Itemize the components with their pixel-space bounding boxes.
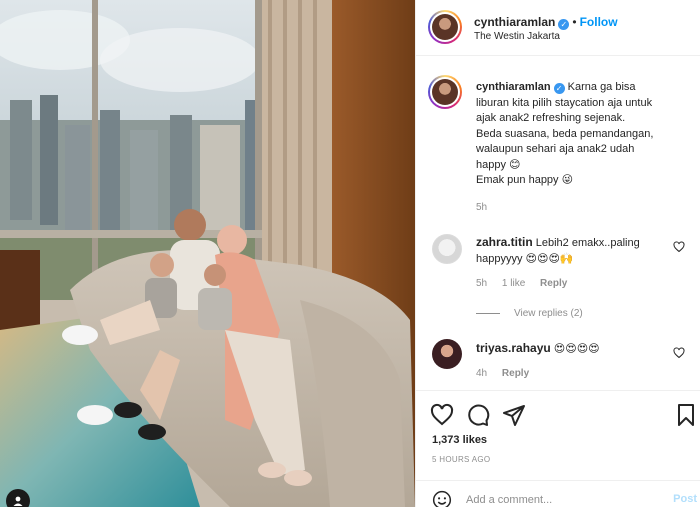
comment-meta: 5h 1 like Reply	[476, 278, 579, 289]
caption-line: Karna ga bisa	[567, 81, 636, 93]
caption-line: Beda suasana, beda pemandangan,	[476, 127, 654, 140]
post-comment-button[interactable]: Post	[673, 493, 697, 505]
header-username[interactable]: cynthiaramlan	[474, 15, 555, 29]
comment-body: 😍😍😍😍	[553, 343, 600, 355]
comment-avatar[interactable]	[432, 339, 462, 369]
post-header: cynthiaramlan ✓ • Follow The Westin Jakarta	[416, 0, 700, 56]
view-replies-label: View replies (2)	[514, 308, 583, 319]
post-photo[interactable]	[0, 0, 415, 507]
caption-username[interactable]: cynthiaramlan	[476, 81, 551, 93]
comments-list[interactable]: cynthiaramlan ✓ Karna ga bisa liburan kit…	[416, 57, 700, 390]
caption-line: happy 😊	[476, 158, 521, 171]
user-tag-icon[interactable]	[6, 489, 30, 507]
post-sidebar: cynthiaramlan ✓ • Follow The Westin Jakarta…	[415, 0, 700, 507]
avatar[interactable]	[428, 10, 462, 44]
comment-meta: 4h Reply	[476, 368, 541, 379]
add-comment-bar: Post	[416, 480, 700, 507]
verified-icon: ✓	[558, 19, 570, 30]
view-replies-button[interactable]: View replies (2)	[476, 308, 583, 319]
verified-icon: ✓	[553, 83, 565, 94]
caption-avatar[interactable]	[428, 75, 462, 109]
send-icon[interactable]	[502, 403, 526, 427]
replies-line	[476, 312, 500, 314]
location-link[interactable]: The Westin Jakarta	[474, 31, 560, 42]
photo-image	[0, 0, 415, 507]
comment-input[interactable]	[466, 490, 656, 507]
caption-line: walaupun sehari aja anak2 udah	[476, 143, 635, 155]
comment-username[interactable]: triyas.rahayu	[476, 341, 551, 355]
likes-count[interactable]: 1,373 likes	[432, 434, 487, 446]
comment-time: 5h	[476, 278, 488, 289]
comment-like-icon[interactable]	[673, 347, 685, 359]
comment-like-icon[interactable]	[673, 241, 685, 253]
caption-line: liburan kita pilih staycation aja untuk	[476, 96, 653, 109]
caption-line: Emak pun happy 😜	[476, 174, 574, 186]
comment-likes[interactable]: 1 like	[502, 278, 525, 289]
post-actions: 1,373 likes 5 HOURS AGO	[416, 390, 700, 480]
reply-button[interactable]: Reply	[502, 368, 529, 379]
comment-avatar[interactable]	[432, 234, 462, 264]
separator-dot: •	[572, 15, 577, 29]
comment-username[interactable]: zahra.titin	[476, 235, 533, 249]
reply-button[interactable]: Reply	[540, 278, 567, 289]
comment-icon[interactable]	[466, 403, 490, 427]
emoji-icon[interactable]	[432, 490, 452, 507]
caption-time: 5h	[476, 202, 488, 213]
follow-button[interactable]: Follow	[580, 15, 618, 29]
comment-text: triyas.rahayu 😍😍😍😍	[476, 340, 676, 357]
bookmark-icon[interactable]	[674, 403, 698, 427]
caption-line: ajak anak2 refreshing sejenak.	[476, 112, 626, 124]
caption: cynthiaramlan ✓ Karna ga bisa liburan kit…	[476, 80, 694, 189]
comment-time: 4h	[476, 368, 488, 379]
comment-text: zahra.titin Lebih2 emakx..paling happyyy…	[476, 234, 676, 267]
header-user: cynthiaramlan ✓ • Follow	[474, 13, 618, 31]
post-timestamp: 5 HOURS AGO	[432, 455, 491, 464]
heart-icon[interactable]	[430, 403, 454, 427]
